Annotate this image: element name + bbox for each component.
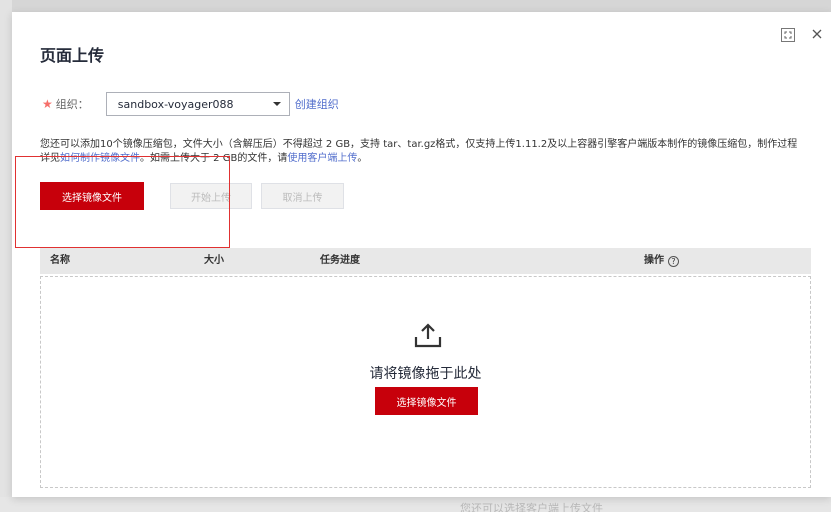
column-operations-label: 操作	[644, 255, 664, 266]
highlight-annotation-box	[15, 156, 230, 248]
fullscreen-icon[interactable]	[781, 28, 795, 42]
page-backdrop	[0, 0, 12, 512]
upload-icon	[414, 323, 442, 348]
description-text-end: 。	[357, 153, 368, 164]
chevron-down-icon	[272, 102, 281, 106]
column-operations: 操作 ?	[644, 248, 679, 274]
column-size: 大小	[204, 255, 224, 266]
organization-label: 组织：	[55, 98, 89, 111]
required-asterisk-icon: ★	[42, 97, 53, 111]
column-name: 名称	[50, 255, 70, 266]
client-upload-link[interactable]: 使用客户端上传	[287, 153, 357, 164]
create-organization-link[interactable]: 创建组织	[295, 96, 339, 112]
background-partial-text: 您还可以选择客户端上传文件	[460, 502, 603, 512]
dialog-title: 页面上传	[40, 46, 105, 65]
drop-zone-text: 请将镜像拖于此处	[369, 366, 482, 382]
dropzone-select-file-button[interactable]: 选择镜像文件	[375, 387, 478, 415]
upload-dialog: 页面上传 ★ 组织： sandbox-voyager088 创建组织 您还可以添…	[12, 12, 831, 497]
close-icon[interactable]	[810, 26, 824, 40]
drop-zone[interactable]: 请将镜像拖于此处 选择镜像文件	[40, 276, 811, 488]
page-backdrop-bottom	[0, 497, 831, 512]
help-icon[interactable]: ?	[668, 255, 679, 267]
cancel-upload-button[interactable]: 取消上传	[261, 183, 344, 209]
column-progress: 任务进度	[320, 255, 360, 266]
organization-row: ★ 组织： sandbox-voyager088 创建组织	[42, 92, 339, 116]
organization-select[interactable]: sandbox-voyager088	[105, 92, 290, 116]
organization-selected-value: sandbox-voyager088	[117, 97, 234, 111]
file-table-header: 名称 大小 任务进度 操作 ?	[40, 248, 811, 274]
